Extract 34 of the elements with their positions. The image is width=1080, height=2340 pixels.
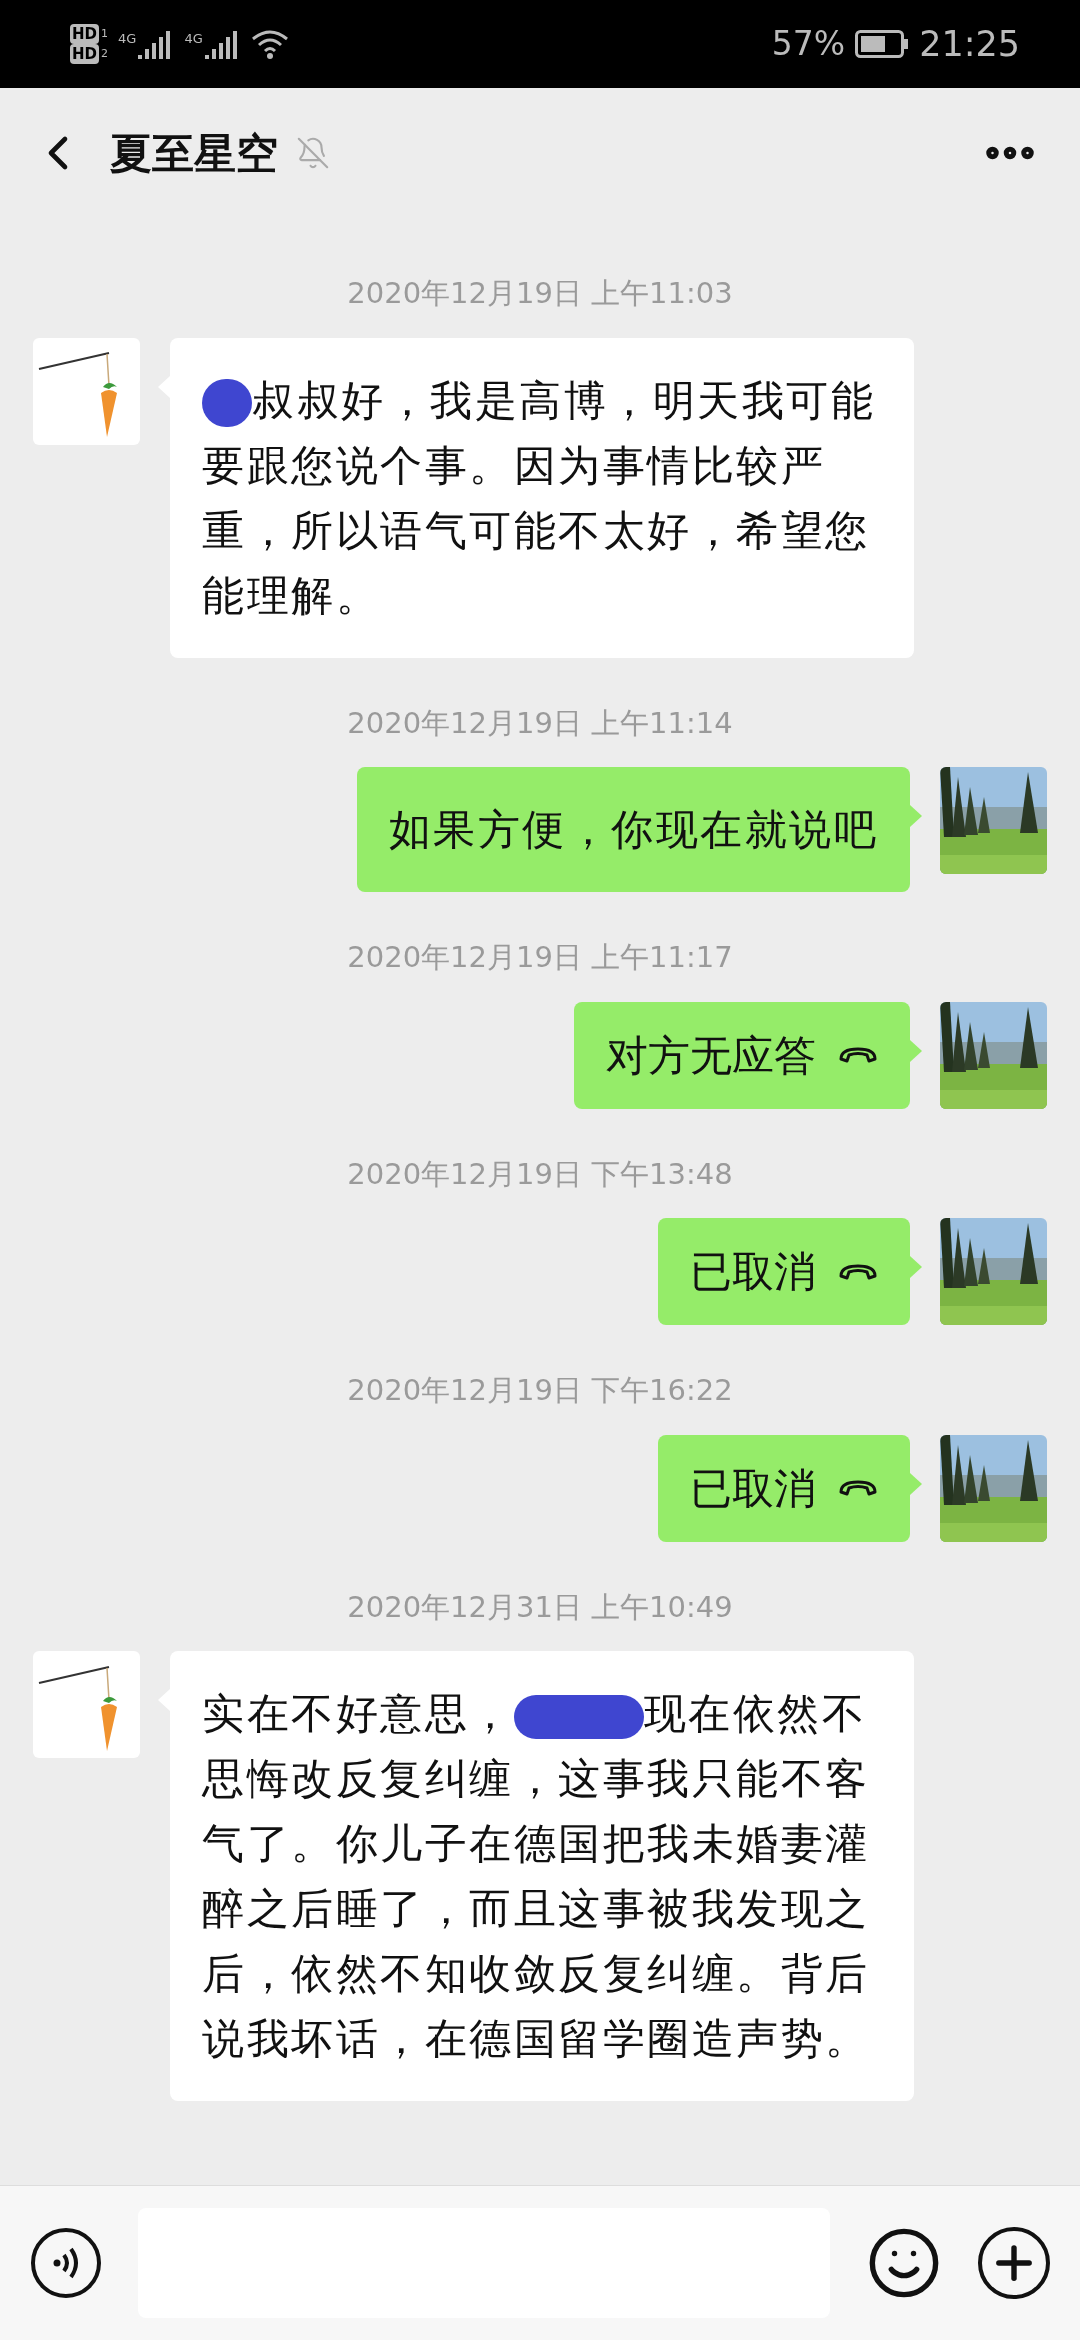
timestamp: 2020年12月19日 上午11:14 (347, 704, 733, 742)
voice-icon[interactable] (30, 2227, 102, 2299)
timestamp: 2020年12月31日 上午10:49 (347, 1588, 733, 1626)
message-bubble[interactable]: 实在不好意思， 现在依然不思悔改反复纠缠，这事我只能不客气了。你儿子在德国把我未婚妻灌醉之后睡了，而且这事被我发现之后，依然不知收敛反复纠缠。背后说我坏话，在德国留学圈造声势。 (170, 1651, 914, 2101)
message-bubble[interactable]: 已取消 (658, 1434, 910, 1542)
timestamp: 2020年12月19日 下午13:48 (347, 1155, 733, 1193)
sim-label: HD (70, 24, 99, 44)
chat-title: 夏至星空 (110, 127, 278, 180)
hang-up-phone-icon (838, 1045, 878, 1065)
network-label: 4G (184, 30, 203, 48)
sim-label: HD (70, 44, 99, 64)
battery-icon (855, 30, 910, 58)
timestamp: 2020年12月19日 上午11:03 (347, 275, 733, 312)
message-bubble[interactable]: 叔叔好，我是高博，明天我可能要跟您说个事。因为事情比较严重，所以语气可能不太好，希望您能理解。 (170, 337, 914, 658)
call-status-text: 已取消 (690, 1246, 816, 1298)
hang-up-phone-icon (838, 1478, 878, 1498)
timestamp: 2020年12月19日 下午16:22 (347, 1372, 733, 1409)
message-bubble[interactable]: 对方无应答 (574, 1001, 910, 1109)
sim-label: 2 (101, 46, 108, 62)
redaction-blot (202, 379, 252, 427)
clock: 21:25 (919, 22, 1020, 66)
message-text: 叔叔好，我是高博，明天我可能要跟您说个事。因为事情比较严重，所以语气可能不太好，希望您能理解。 (202, 374, 876, 622)
wifi-icon (250, 29, 289, 59)
plus-icon[interactable] (978, 2227, 1050, 2299)
sim-label: 1 (101, 26, 108, 42)
message-text: 如果方便，你现在就说吧 (388, 804, 878, 856)
battery-percent: 57% (771, 23, 846, 66)
message-text: 实在不好意思， 现在依然不思悔改反复纠缠，这事我只能不客气了。你儿子在德国把我未婚妻灌醉之后睡了，而且这事被我发现之后，依然不知收敛反复纠缠。背后说我坏话，在德国留学圈造声势。 (202, 1688, 871, 2065)
call-status-text: 已取消 (690, 1462, 816, 1515)
timestamp: 2020年12月19日 上午11:17 (347, 939, 733, 976)
network-label: 4G (118, 30, 137, 48)
message-bubble[interactable]: 如果方便，你现在就说吧 (356, 767, 910, 892)
call-status-text: 对方无应答 (606, 1029, 816, 1082)
message-bubble[interactable]: 已取消 (658, 1218, 910, 1325)
